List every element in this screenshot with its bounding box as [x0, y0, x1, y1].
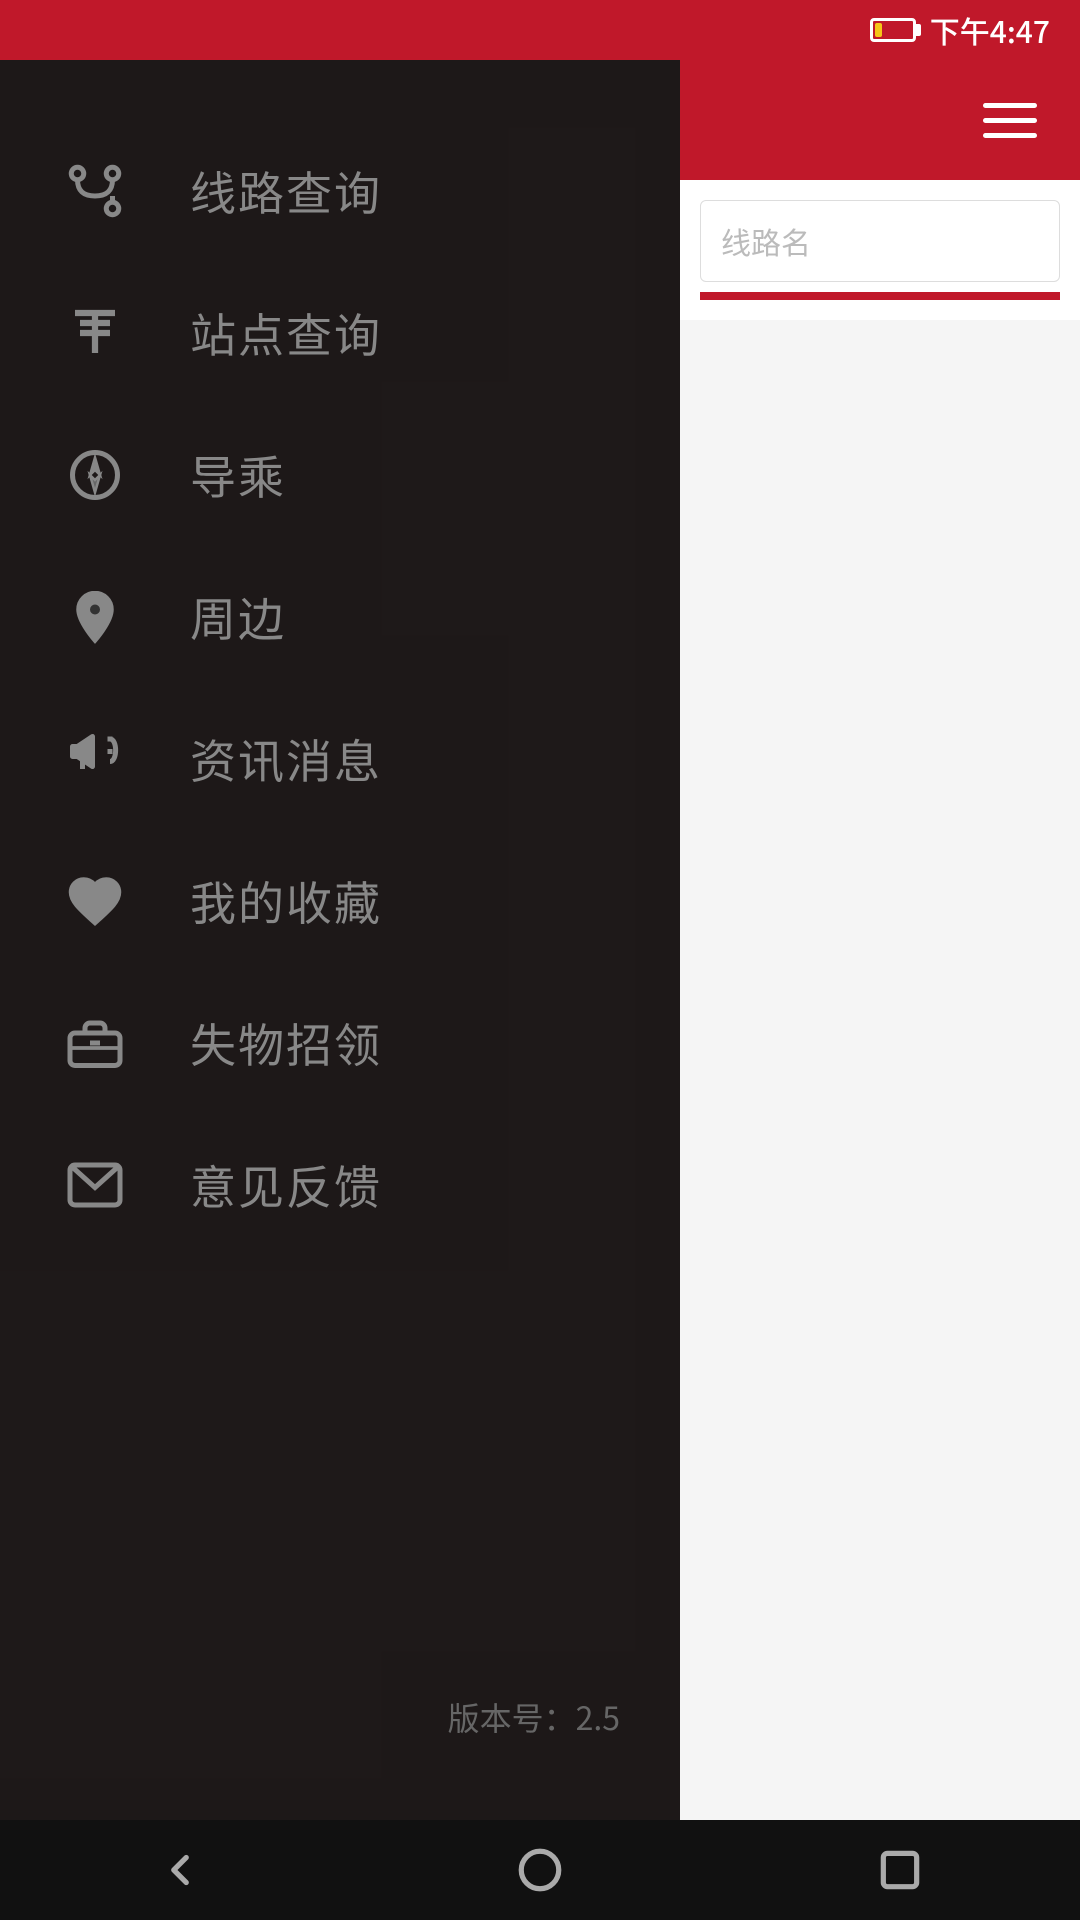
- sidebar-item-station-query-label: 站点查询: [190, 300, 382, 366]
- app-header: [680, 60, 1080, 180]
- hamburger-line-1: [983, 103, 1037, 108]
- status-bar-right: 下午4:47: [870, 8, 1050, 52]
- nav-recents-button[interactable]: [860, 1830, 940, 1910]
- bottom-nav: [0, 1820, 1080, 1920]
- nav-back-button[interactable]: [140, 1830, 220, 1910]
- nav-home-button[interactable]: [500, 1830, 580, 1910]
- status-bar: 下午4:47: [0, 0, 1080, 60]
- heart-icon: [60, 866, 130, 936]
- briefcase-icon: [60, 1008, 130, 1078]
- station-icon: [60, 298, 130, 368]
- search-area: 线路名: [680, 180, 1080, 320]
- sidebar-item-route-query-label: 线路查询: [190, 158, 382, 224]
- search-input[interactable]: 线路名: [700, 200, 1060, 282]
- hamburger-line-3: [983, 133, 1037, 138]
- sidebar-item-route-query[interactable]: 线路查询: [0, 120, 680, 262]
- mail-icon: [60, 1150, 130, 1220]
- hamburger-line-2: [983, 118, 1037, 123]
- sidebar-item-station-query[interactable]: 站点查询: [0, 262, 680, 404]
- hamburger-button[interactable]: [970, 80, 1050, 160]
- sidebar-item-news[interactable]: 资讯消息: [0, 688, 680, 830]
- drawer-footer: 版本号：2.5: [0, 1674, 680, 1760]
- sidebar-item-favorites[interactable]: 我的收藏: [0, 830, 680, 972]
- drawer-menu-panel: 线路查询 站点查询: [0, 60, 680, 1820]
- sidebar-item-nearby-label: 周边: [190, 584, 286, 650]
- megaphone-icon: [60, 724, 130, 794]
- drawer-menu-list: 线路查询 站点查询: [0, 60, 680, 1674]
- battery-icon: [870, 18, 916, 42]
- sidebar-item-favorites-label: 我的收藏: [190, 868, 382, 934]
- sidebar-item-navigation-label: 导乘: [190, 442, 286, 508]
- sidebar-item-nearby[interactable]: 周边: [0, 546, 680, 688]
- right-panel: 线路名: [680, 60, 1080, 1820]
- sidebar-item-feedback[interactable]: 意见反馈: [0, 1114, 680, 1256]
- route-icon: [60, 156, 130, 226]
- sidebar-item-lost-found[interactable]: 失物招领: [0, 972, 680, 1114]
- version-text: 版本号：2.5: [448, 1694, 620, 1740]
- sidebar-item-lost-found-label: 失物招领: [190, 1010, 382, 1076]
- compass-icon: [60, 440, 130, 510]
- location-icon: [60, 582, 130, 652]
- status-time: 下午4:47: [930, 8, 1050, 52]
- main-layout: 线路查询 站点查询: [0, 60, 1080, 1820]
- sidebar-item-feedback-label: 意见反馈: [190, 1152, 382, 1218]
- sidebar-item-news-label: 资讯消息: [190, 726, 382, 792]
- sidebar-item-navigation[interactable]: 导乘: [0, 404, 680, 546]
- search-divider: [700, 292, 1060, 300]
